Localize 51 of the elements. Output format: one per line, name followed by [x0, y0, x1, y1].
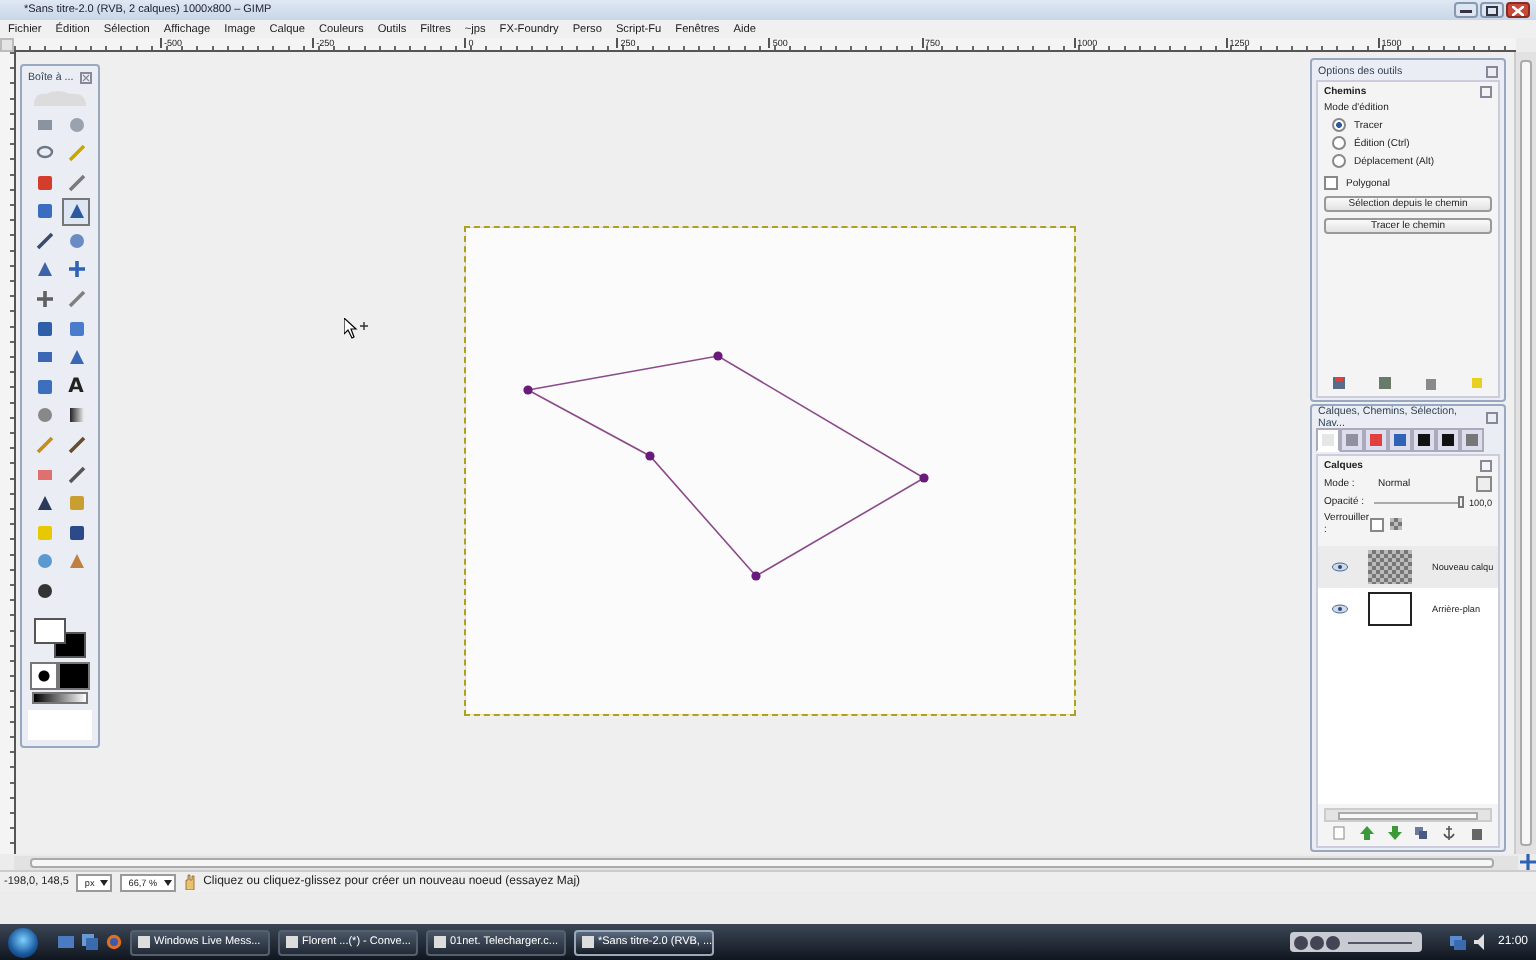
down-arrow-icon[interactable] [1387, 826, 1402, 840]
color-swatches-drawing[interactable] [34, 618, 86, 659]
lock-checkbox[interactable] [1370, 517, 1384, 531]
save-icon[interactable] [1332, 376, 1346, 390]
layer-thumbnail [1368, 592, 1412, 626]
start-button[interactable] [8, 927, 38, 957]
reset-icon[interactable] [1480, 86, 1492, 98]
volume-icon [1473, 934, 1490, 950]
brush-preview[interactable] [30, 662, 58, 691]
close-icon [1512, 5, 1524, 15]
close-icon[interactable] [80, 71, 92, 83]
delete-icon[interactable] [1424, 376, 1438, 390]
maximize-button[interactable] [1480, 2, 1504, 18]
close-icon[interactable] [1486, 65, 1498, 77]
desktop-icon[interactable] [58, 934, 74, 950]
network-icon [1449, 934, 1466, 950]
eye-icon[interactable] [1332, 562, 1348, 572]
close-icon[interactable] [1486, 411, 1498, 423]
close-button[interactable] [1506, 2, 1530, 18]
dock-tab[interactable] [1436, 428, 1460, 452]
dock-tab[interactable] [1412, 428, 1436, 452]
navigate-icon[interactable] [1520, 854, 1536, 870]
window-switch-icon[interactable] [82, 934, 98, 950]
menu-icon[interactable] [1480, 460, 1492, 472]
layer-thumbnail [1368, 550, 1412, 584]
media-controls[interactable] [1289, 932, 1422, 952]
cursor-icon [344, 318, 372, 342]
tool-button[interactable] [62, 197, 90, 226]
tool-button[interactable]: A [62, 372, 90, 401]
mode-dropdown-button[interactable] [1476, 476, 1492, 492]
tool-icon [35, 290, 53, 309]
minimize-icon [1460, 6, 1472, 14]
gradient-preview[interactable] [32, 692, 88, 705]
maximize-icon [1486, 5, 1498, 15]
eye-icon[interactable] [1332, 604, 1348, 614]
duplicate-icon[interactable] [1414, 826, 1429, 840]
horizontal-scrollbar[interactable] [1324, 808, 1492, 822]
browser-icon[interactable] [106, 934, 122, 950]
restore-icon[interactable] [1378, 376, 1392, 390]
anchor-icon[interactable] [1442, 826, 1457, 840]
lock-alpha-icon[interactable] [1390, 518, 1402, 530]
tool-icon [67, 260, 85, 279]
horizontal-scrollbar[interactable] [14, 855, 1518, 869]
vertical-scrollbar[interactable] [1514, 52, 1536, 854]
hand-icon [183, 874, 196, 890]
minimize-button[interactable] [1454, 2, 1478, 18]
opacity-slider[interactable] [1374, 496, 1463, 508]
pattern-preview[interactable] [58, 662, 90, 691]
up-arrow-icon[interactable] [1359, 826, 1374, 840]
slider-thumb[interactable] [1457, 496, 1463, 508]
delete-icon[interactable] [1469, 826, 1484, 840]
